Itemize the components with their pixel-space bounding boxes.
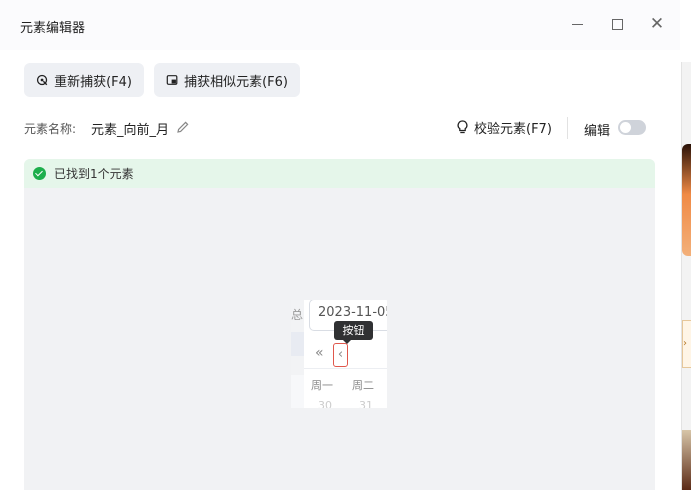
capture-similar-button[interactable]: 捕获相似元素(F6) — [154, 63, 300, 97]
minimize-button[interactable] — [567, 14, 587, 34]
close-button[interactable]: ✕ — [647, 14, 667, 34]
element-name-label: 元素名称: — [24, 122, 77, 136]
edit-toggle[interactable] — [618, 120, 646, 135]
divider — [567, 117, 568, 139]
found-status-text: 已找到1个元素 — [54, 167, 134, 181]
element-editor-window: › 元素编辑器 ✕ 重新捕获(F4) 捕获相似元素(F6) 元素名称: 元素_向… — [0, 0, 691, 490]
divider — [304, 368, 387, 369]
element-preview-panel: 已找到1个元素 总 2023-11-05 « ‹ 按钮 周一 周二 30 31 — [24, 159, 655, 490]
close-icon: ✕ — [649, 14, 665, 34]
snapshot-left-text: 总 — [291, 308, 304, 322]
pencil-icon[interactable] — [176, 120, 190, 134]
validate-element-button[interactable]: 校验元素(F7) — [456, 118, 552, 137]
element-type-tooltip: 按钮 — [334, 321, 373, 344]
validate-element-label: 校验元素(F7) — [474, 122, 552, 137]
target-icon — [36, 74, 48, 86]
maximize-button[interactable] — [607, 14, 627, 34]
picture-in-picture-icon — [166, 75, 178, 85]
window-title: 元素编辑器 — [20, 21, 86, 36]
calendar-day: 31 — [359, 399, 373, 408]
toggle-knob — [620, 122, 631, 133]
background-image — [682, 430, 691, 490]
snapshot-left-shade — [291, 375, 304, 408]
weekday-header: 周一 — [311, 379, 333, 392]
success-check-icon — [33, 167, 46, 180]
prev-year-icon: « — [315, 345, 324, 361]
prev-month-button-highlight: ‹ — [333, 343, 348, 367]
edit-toggle-label: 编辑 — [584, 124, 611, 139]
background-image — [682, 144, 691, 256]
snapshot-left-highlight — [291, 332, 304, 356]
capture-similar-label: 捕获相似元素(F6) — [184, 74, 288, 90]
element-name-value: 元素_向前_月 — [91, 123, 170, 138]
recapture-label: 重新捕获(F4) — [54, 74, 132, 90]
background-arrow: › — [682, 320, 691, 368]
captured-element-snapshot: 总 2023-11-05 « ‹ 按钮 周一 周二 30 31 — [291, 300, 387, 408]
calendar-day: 30 — [318, 399, 332, 408]
weekday-header: 周二 — [352, 379, 374, 392]
background-app-strip: › — [681, 62, 691, 490]
lightbulb-icon — [457, 120, 468, 134]
found-status-banner: 已找到1个元素 — [24, 159, 655, 188]
title-bar: 元素编辑器 ✕ — [0, 0, 680, 50]
minimize-icon — [571, 23, 583, 26]
maximize-icon — [611, 19, 623, 30]
recapture-button[interactable]: 重新捕获(F4) — [24, 63, 144, 97]
date-input-value: 2023-11-05 — [318, 305, 387, 320]
